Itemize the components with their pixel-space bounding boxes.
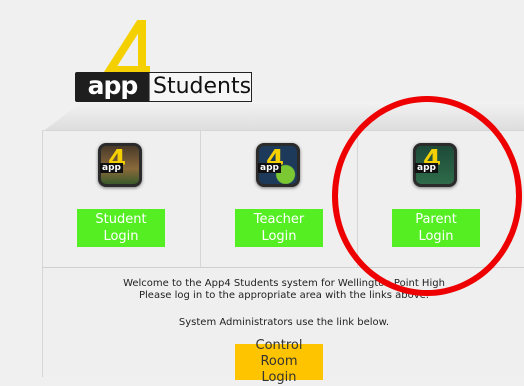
teacher-login-button[interactable]: Teacher Login [235,209,323,247]
student-column: 4 app Student Login [43,131,199,267]
welcome-message: Welcome to the App4 Students system for … [43,278,524,302]
section-divider [43,267,524,268]
parent-login-button[interactable]: Parent Login [392,209,480,247]
logo-app-word: app [75,72,150,102]
login-panel: 4 app Student Login 4 app Teacher Login 4a… [42,130,524,385]
parent-login-line2: Login [418,229,454,244]
teacher-column: 4 app Teacher Login [200,131,357,267]
control-room-line1: Control Room [255,338,303,369]
student-login-line2: Login [103,229,139,244]
parent-column: 4 app Parent Login [357,131,514,267]
control-room-line2: Login [261,370,297,385]
teacher-login-line1: Teacher [253,212,305,227]
teacher-login-line2: Login [261,229,297,244]
welcome-line1: Welcome to the App4 Students system for … [123,278,445,289]
student-login-line1: Student [95,212,147,227]
welcome-line2: Please log in to the appropriate area wi… [139,290,429,301]
admin-instructions: System Administrators use the link below… [178,317,390,328]
panel-top-band [42,102,524,132]
teacher-app-icon: 4 app [256,143,300,187]
app4students-logo: app Students [75,14,252,104]
parent-app-icon: 4 app [413,143,457,187]
student-app-icon: 4 app [98,143,142,187]
control-room-login-button[interactable]: Control Room Login [235,338,323,385]
logo-students-word: Students [148,72,252,102]
parent-login-line1: Parent [415,212,457,227]
student-login-button[interactable]: Student Login [77,209,165,247]
